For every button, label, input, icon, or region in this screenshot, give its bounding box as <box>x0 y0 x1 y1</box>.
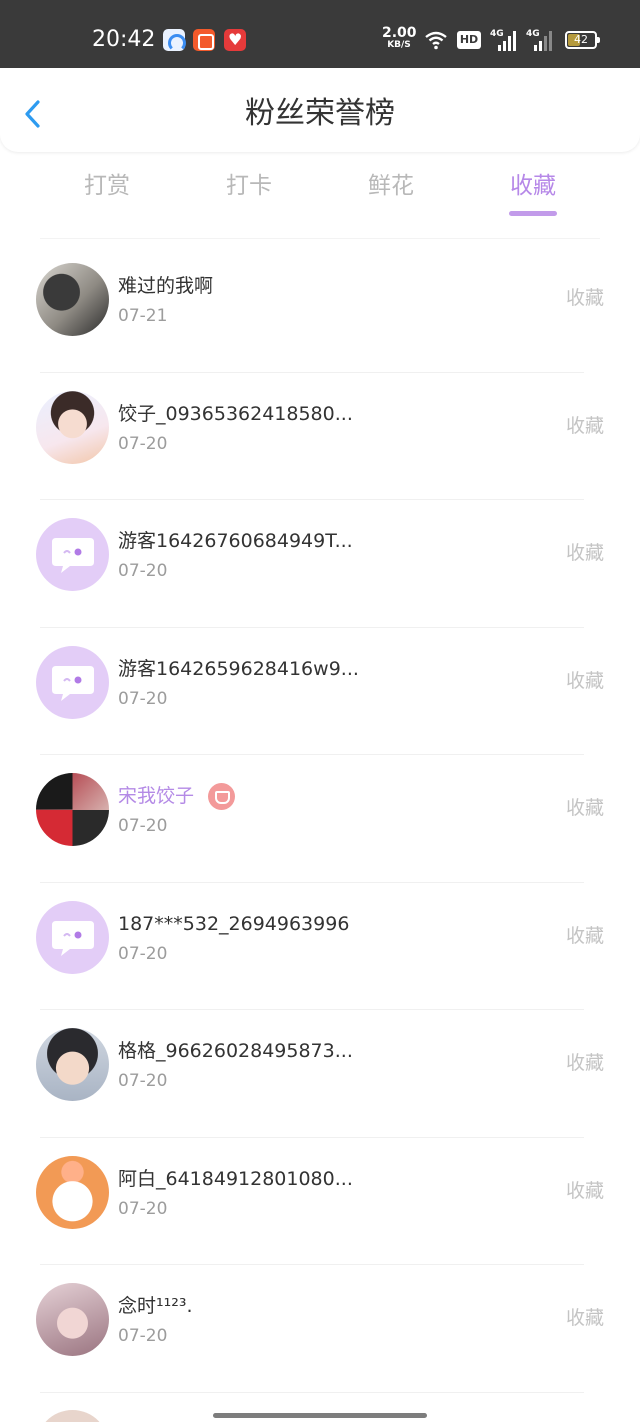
avatar[interactable] <box>36 1283 109 1356</box>
action-label: 收藏 <box>565 414 604 437</box>
tab-reward[interactable]: 打赏 <box>57 170 157 202</box>
date: 07-20 <box>118 1071 168 1091</box>
action-label: 收藏 <box>565 542 604 564</box>
fan-list: 难过的我啊 07-21 收藏 饺子_09365362418580... 07-2… <box>0 245 640 1393</box>
active-tab-indicator <box>509 211 557 216</box>
list-item[interactable]: 游客1642659628416w9... 07-20 收藏 <box>0 628 640 755</box>
avatar[interactable] <box>36 773 109 846</box>
divider <box>40 238 600 239</box>
network-speed-value: 2.00 <box>382 25 417 41</box>
tab-checkin[interactable]: 打卡 <box>199 170 299 202</box>
heart-app-icon <box>224 29 246 51</box>
guest-avatar-icon[interactable] <box>36 900 109 974</box>
page-title: 粉丝荣誉榜 <box>245 96 395 131</box>
battery-percent: 42 <box>574 33 588 46</box>
list-item[interactable]: 念时¹¹²³. 07-20 收藏 <box>0 1265 640 1393</box>
tab-favorites[interactable]: 收藏 <box>483 170 583 202</box>
signal-icon-sim1: 4G <box>490 29 518 51</box>
list-item[interactable]: 饺子_09365362418580... 07-20 收藏 <box>0 373 640 500</box>
avatar[interactable] <box>36 263 109 336</box>
list-item[interactable]: 难过的我啊 07-21 收藏 <box>0 245 640 373</box>
user-name: 阿白_64184912801080... <box>118 1167 353 1190</box>
date: 07-20 <box>118 1326 168 1346</box>
tab-bar: 打赏 打卡 鲜花 收藏 <box>0 158 640 228</box>
avatar[interactable] <box>36 390 109 464</box>
signal-label-sim1: 4G <box>490 29 504 39</box>
user-name: 游客1642659628416w9... <box>118 657 359 680</box>
avatar[interactable] <box>36 1028 109 1101</box>
list-item[interactable]: 游客16426760684949T... 07-20 收藏 <box>0 500 640 628</box>
user-name: 格格_96626028495873... <box>118 1040 353 1062</box>
list-item[interactable]: 187***532_2694963996 07-20 收藏 <box>0 883 640 1010</box>
signal-label-sim2: 4G <box>526 29 540 39</box>
user-name: 187***532_2694963996 <box>118 912 350 935</box>
date: 07-20 <box>118 943 168 964</box>
date: 07-20 <box>118 561 168 581</box>
guest-avatar-icon[interactable] <box>36 645 109 719</box>
vip-diamond-icon <box>208 783 235 810</box>
shopping-app-icon <box>193 29 215 51</box>
browser-app-icon <box>163 29 186 52</box>
wifi-icon <box>425 31 447 50</box>
status-bar: 20:42 2.00 KB/S HD 4G 4G 42 <box>0 0 640 68</box>
date: 07-21 <box>118 306 168 326</box>
page-header: 粉丝荣誉榜 <box>0 68 640 152</box>
action-label: 收藏 <box>565 797 604 819</box>
network-speed-unit: KB/S <box>387 40 411 50</box>
signal-icon-sim2: 4G <box>526 29 554 51</box>
battery-icon: 42 <box>565 31 600 49</box>
list-item[interactable]: 宋我饺子 07-20 收藏 <box>0 755 640 883</box>
hd-badge: HD <box>457 31 481 49</box>
action-label: 收藏 <box>565 1179 604 1202</box>
date: 07-20 <box>118 433 168 454</box>
action-label: 收藏 <box>565 1307 604 1329</box>
action-label: 收藏 <box>565 1052 604 1074</box>
tab-flowers[interactable]: 鲜花 <box>341 170 441 202</box>
user-name: 游客16426760684949T... <box>118 530 353 552</box>
date: 07-20 <box>118 688 168 709</box>
action-label: 收藏 <box>565 287 604 309</box>
user-name: 饺子_09365362418580... <box>118 402 353 425</box>
list-item[interactable]: 格格_96626028495873... 07-20 收藏 <box>0 1010 640 1138</box>
date: 07-20 <box>118 1198 168 1219</box>
action-label: 收藏 <box>565 669 604 692</box>
user-name: 难过的我啊 <box>118 275 214 297</box>
network-speed: 2.00 KB/S <box>382 25 417 50</box>
user-name: 念时¹¹²³. <box>118 1295 193 1317</box>
avatar[interactable] <box>36 1410 109 1422</box>
avatar[interactable] <box>36 1155 109 1229</box>
user-name: 宋我饺子 <box>118 785 195 807</box>
status-time: 20:42 <box>92 27 156 52</box>
list-item[interactable]: 阿白_64184912801080... 07-20 收藏 <box>0 1138 640 1265</box>
home-indicator[interactable] <box>213 1413 427 1418</box>
guest-avatar-icon[interactable] <box>36 518 109 591</box>
action-label: 收藏 <box>565 924 604 947</box>
date: 07-20 <box>118 816 168 836</box>
